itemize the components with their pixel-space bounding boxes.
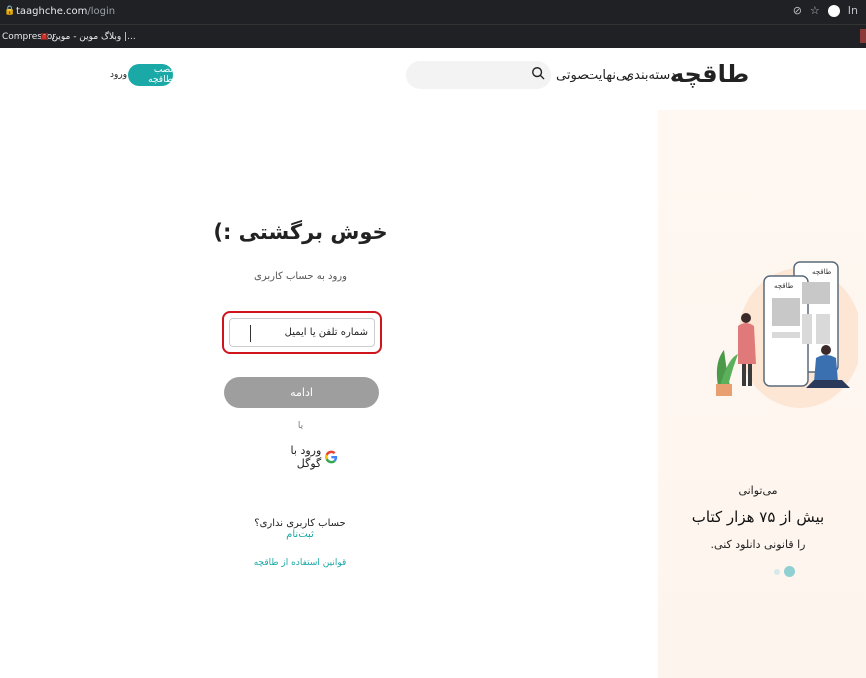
eye-off-icon[interactable]: ⊘	[793, 4, 802, 17]
illustration-logo: طاقچه	[812, 268, 832, 276]
google-login-button[interactable]: ورود با گوگل	[268, 444, 338, 470]
url-path: /login	[87, 6, 116, 17]
url-host: taaghche.com	[16, 6, 88, 17]
carousel-dot-2[interactable]	[784, 566, 795, 577]
bookmark-blog[interactable]: ▣ وبلاگ موین - موین |...	[40, 32, 136, 42]
nav-audio[interactable]: صوتی	[556, 68, 588, 83]
search-icon[interactable]	[531, 66, 545, 80]
star-icon[interactable]: ☆	[810, 4, 820, 17]
page-title: خوش برگشتی :)	[213, 220, 388, 244]
browser-actions: ⊘ ☆ In	[793, 4, 858, 17]
promo-line-3: را قانونی دانلود کنی.	[710, 538, 806, 551]
bookmark-favicon-icon: ▣	[40, 32, 49, 42]
header-login-link[interactable]: ورود	[110, 70, 127, 80]
illustration-logo-2: طاقچه	[774, 282, 794, 290]
carousel-indicators	[774, 566, 795, 577]
signup-link[interactable]: ثبت‌نام	[286, 529, 314, 540]
promo-line-1: می‌توانی	[738, 484, 778, 497]
no-account-text: حساب کاربری نداری؟	[254, 518, 346, 529]
bookmarks-bar: Compressor ▣ وبلاگ موین - موین |...	[0, 24, 866, 48]
terms-link[interactable]: قوانین استفاده از طاقچه	[240, 558, 360, 568]
promo-panel: طاقچه طاقچه می‌توانی بیش از ۷۵ هزار کتاب…	[658, 110, 866, 678]
nav-categories[interactable]: دسته‌بندی	[624, 68, 676, 83]
lock-icon[interactable]: 🔒	[4, 6, 15, 16]
page-subtitle: ورود به حساب کاربری	[254, 271, 347, 282]
site-logo[interactable]: طاقچه	[670, 60, 750, 88]
url-text[interactable]: taaghche.com/login	[16, 6, 115, 17]
browser-address-bar: 🔒 taaghche.com/login ⊘ ☆ In	[0, 0, 866, 24]
or-divider: یا	[297, 421, 304, 431]
continue-button[interactable]: ادامه	[224, 377, 379, 408]
text-cursor	[250, 325, 251, 342]
reading-people-illustration: طاقچه طاقچه	[716, 261, 858, 408]
bookmark-blog-label: وبلاگ موین - موین |...	[51, 32, 136, 42]
nav-unlimited[interactable]: بی‌نهایت	[586, 68, 630, 83]
promo-line-2: بیش از ۷۵ هزار کتاب	[691, 508, 825, 526]
signup-prompt: حساب کاربری نداری؟ ثبت‌نام	[240, 518, 360, 540]
google-icon	[325, 450, 338, 464]
search-input[interactable]	[406, 61, 551, 89]
google-login-label: ورود با گوگل	[290, 444, 322, 470]
bookmarks-overflow-icon[interactable]	[860, 29, 866, 43]
carousel-dot-1[interactable]	[774, 568, 780, 575]
highlighted-input-frame	[222, 311, 382, 354]
install-app-button[interactable]: نصب طاقچه	[128, 64, 173, 86]
profile-avatar[interactable]	[827, 4, 840, 17]
site-header: طاقچه دسته‌بندی بی‌نهایت صوتی نصب طاقچه …	[0, 48, 866, 108]
profile-label: In	[847, 4, 858, 17]
